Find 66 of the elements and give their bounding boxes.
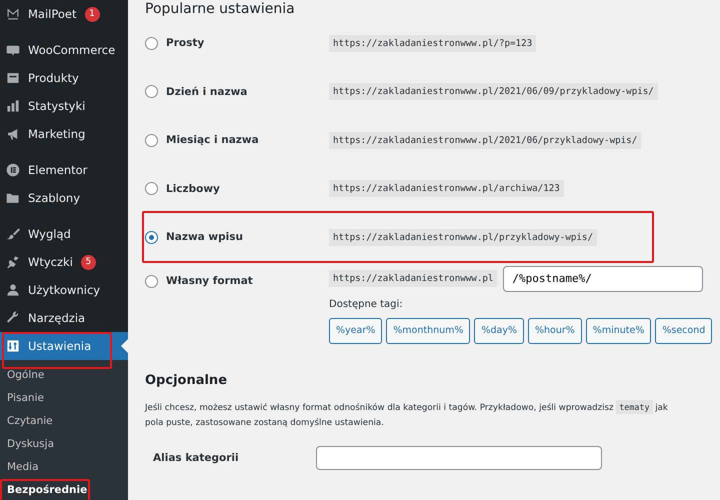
menu-item[interactable]: Narzędzia xyxy=(0,304,128,332)
radio-button[interactable] xyxy=(145,182,158,196)
settings-icon xyxy=(6,339,20,353)
folder-icon xyxy=(6,191,20,205)
menu-item[interactable]: Szablony xyxy=(0,184,128,212)
submenu-item[interactable]: Czytanie xyxy=(0,410,128,433)
custom-format-field[interactable]: /%postname%/ xyxy=(503,266,704,292)
input-field[interactable] xyxy=(316,446,602,470)
menu-item[interactable]: Ustawienia xyxy=(0,332,128,360)
tag-button[interactable]: %hour% xyxy=(528,318,582,344)
count-badge: 5 xyxy=(80,254,96,270)
menu-item[interactable]: MailPoet 1 xyxy=(0,0,128,28)
count-badge: 1 xyxy=(84,6,100,22)
radio-button[interactable] xyxy=(145,134,158,147)
submenu-item[interactable]: Media xyxy=(0,456,128,479)
submenu-item[interactable]: Pisanie xyxy=(0,387,128,410)
submenu-item[interactable]: Dyskusja xyxy=(0,433,128,456)
option-label: Własny format xyxy=(165,274,254,286)
example-url: https://zakladaniestronwww.pl/?p=123 xyxy=(329,34,536,52)
brush-icon xyxy=(6,227,20,241)
option-label: Miesiąc i nazwa xyxy=(165,134,260,146)
radio-button[interactable] xyxy=(145,274,158,288)
tag-button[interactable]: %year% xyxy=(329,318,382,344)
letter-m-icon xyxy=(6,7,20,21)
url-prefix: https://zakladaniestronwww.pl xyxy=(329,270,498,287)
radio-button[interactable] xyxy=(145,85,158,98)
option-label: Dzień i nazwa xyxy=(165,86,248,98)
plug-icon xyxy=(6,255,20,269)
tags-label: Dostępne tagi: xyxy=(329,298,404,310)
inline-code: tematy xyxy=(616,400,653,414)
menu-item[interactable]: Produkty xyxy=(0,64,128,92)
menu-item[interactable]: WooCommerce xyxy=(0,36,128,64)
example-url: https://zakladaniestronwww.pl/2021/06/09/przykladowy-wpis/ xyxy=(329,83,658,100)
submenu-item[interactable]: Bezpośrednie xyxy=(0,479,128,500)
menu-item[interactable]: Statystyki xyxy=(0,92,128,120)
tag-button[interactable]: %minute% xyxy=(586,318,652,344)
circle-logo-icon xyxy=(6,163,20,177)
menu-item[interactable]: Elementor xyxy=(0,156,128,184)
menu-item[interactable]: Wtyczki 5 xyxy=(0,248,128,276)
example-url: https://zakladaniestronwww.pl/przykladowy-wpis/ xyxy=(329,228,597,246)
radio-button[interactable] xyxy=(145,230,158,244)
user-icon xyxy=(6,283,20,297)
menu-item[interactable]: Użytkownicy xyxy=(0,276,128,304)
tag-button[interactable]: %monthnum% xyxy=(386,318,470,344)
menu-item[interactable]: Marketing xyxy=(0,120,128,148)
example-url: https://zakladaniestronwww.pl/2021/06/przykladowy-wpis/ xyxy=(329,132,642,149)
section-heading: Opcjonalne xyxy=(145,372,228,390)
option-label: Prosty xyxy=(165,37,206,50)
tag-button[interactable]: %day% xyxy=(474,318,524,344)
section-heading: Popularne ustawienia xyxy=(145,0,296,18)
description-text: jak xyxy=(655,402,668,412)
megaphone-icon xyxy=(6,127,20,141)
description-text: Jeśli chcesz, możesz ustawić własny format odnośników dla kategorii i tagów. Przykładowo, jeśli wprowadzisz xyxy=(145,402,614,412)
field-label: Alias kategorii xyxy=(152,452,240,464)
speech-bubble-icon xyxy=(6,43,20,57)
wrench-icon xyxy=(6,311,20,325)
radio-button[interactable] xyxy=(145,36,158,50)
box-icon xyxy=(6,71,20,85)
option-label: Liczbowy xyxy=(165,182,221,195)
submenu-item[interactable]: Ogólne xyxy=(0,364,128,387)
example-url: https://zakladaniestronwww.pl/archiwa/123 xyxy=(329,180,564,198)
menu-item[interactable]: Wygląd xyxy=(0,220,128,248)
bar-chart-icon xyxy=(6,99,20,113)
tag-button[interactable]: %second xyxy=(655,318,712,344)
description-text: pola puste, zastosowane zostaną domyślne ustawienia. xyxy=(145,418,385,428)
option-label: Nazwa wpisu xyxy=(165,231,244,244)
